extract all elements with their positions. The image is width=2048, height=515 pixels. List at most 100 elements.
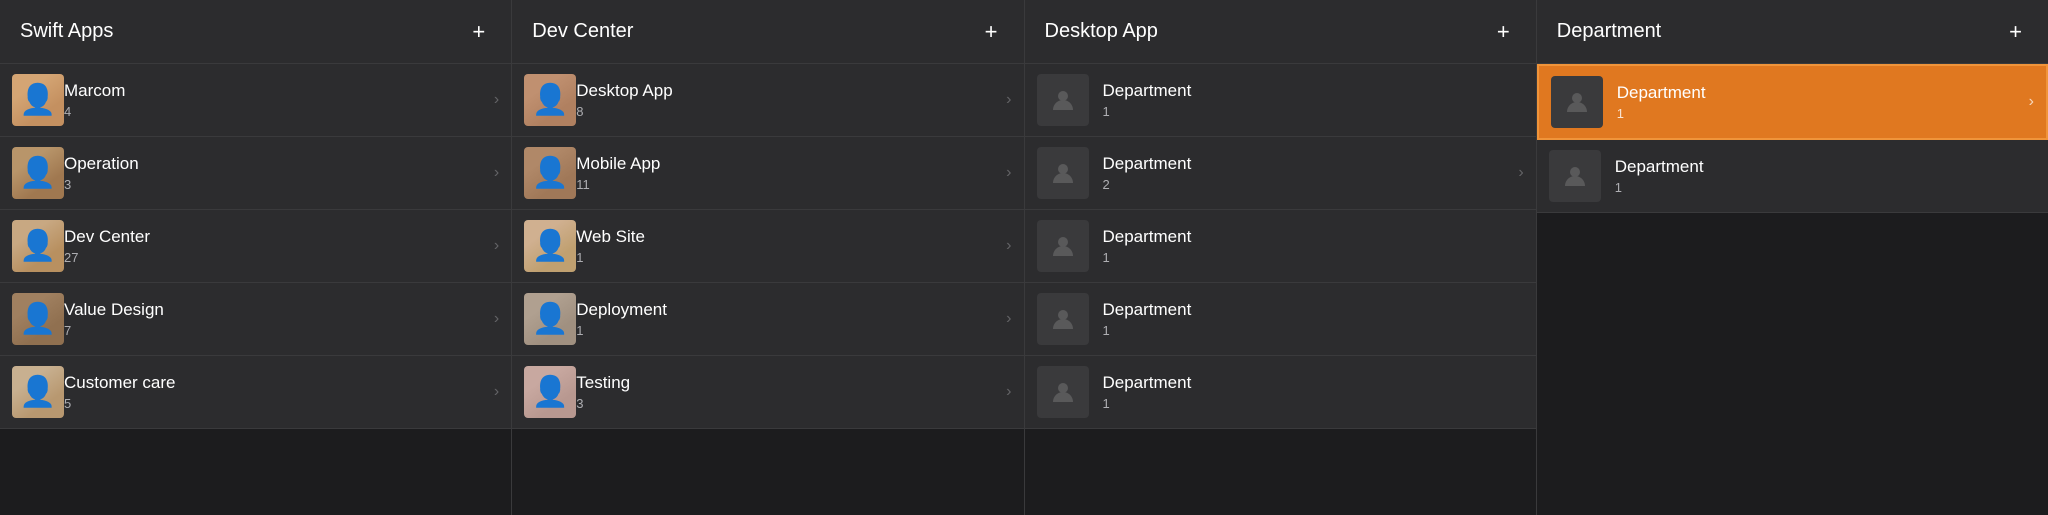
item-info-dept-3: Department 1 — [1103, 227, 1524, 265]
avatar-web-site — [524, 220, 576, 272]
chevron-icon-dept-a: › — [2029, 93, 2034, 111]
add-button-dev-center[interactable]: + — [979, 19, 1004, 45]
item-count-mobile-app: 11 — [576, 177, 998, 192]
item-count-dept-b: 1 — [1615, 180, 2036, 195]
item-info-dev-center: Dev Center 27 — [64, 227, 486, 265]
item-info-operation: Operation 3 — [64, 154, 486, 192]
item-count-dept-a: 1 — [1617, 106, 2021, 121]
item-info-testing: Testing 3 — [576, 373, 998, 411]
item-info-dept-5: Department 1 — [1103, 373, 1524, 411]
item-count-dept-3: 1 — [1103, 250, 1524, 265]
column-header-desktop-app: Desktop App + — [1025, 0, 1536, 64]
list-item-dept-5[interactable]: Department 1 — [1025, 356, 1536, 429]
list-item-operation[interactable]: Operation 3 › — [0, 137, 511, 210]
item-name-dept-1: Department — [1103, 81, 1524, 101]
add-button-department[interactable]: + — [2003, 19, 2028, 45]
avatar-placeholder-dept-1 — [1037, 74, 1089, 126]
item-name-dept-a: Department — [1617, 83, 2021, 103]
avatar-placeholder-dept-5 — [1037, 366, 1089, 418]
item-name-marcom: Marcom — [64, 81, 486, 101]
item-count-dept-5: 1 — [1103, 396, 1524, 411]
item-info-dept-b: Department 1 — [1615, 157, 2036, 195]
chevron-icon-marcom: › — [494, 91, 499, 109]
avatar-deployment — [524, 293, 576, 345]
column-swift-apps: Swift Apps+Marcom4›Operation3›Dev Center… — [0, 0, 512, 515]
list-item-dept-a[interactable]: Department 1 › — [1537, 64, 2048, 140]
avatar-placeholder-dept-4 — [1037, 293, 1089, 345]
list-item-deployment[interactable]: Deployment1› — [512, 283, 1023, 356]
list-item-mobile-app[interactable]: Mobile App11 › — [512, 137, 1023, 210]
avatar-placeholder-dept-3 — [1037, 220, 1089, 272]
item-name-dept-3: Department — [1103, 227, 1524, 247]
list-item-dept-4[interactable]: Department1 — [1025, 283, 1536, 356]
item-name-dept-4: Department — [1103, 300, 1524, 320]
chevron-icon-desktop-app: › — [1006, 91, 1011, 109]
item-count-marcom: 4 — [64, 104, 486, 119]
avatar-mobile-app — [524, 147, 576, 199]
column-desktop-app: Desktop App+ Department1 Department2› De… — [1025, 0, 1537, 515]
avatar-marcom — [12, 74, 64, 126]
list-item-marcom[interactable]: Marcom 4 › — [0, 64, 511, 137]
item-count-dept-2: 2 — [1103, 177, 1511, 192]
add-button-swift-apps[interactable]: + — [466, 19, 491, 45]
list-item-dev-center[interactable]: Dev Center 27 › — [0, 210, 511, 283]
avatar-placeholder-dept-a — [1551, 76, 1603, 128]
item-name-deployment: Deployment — [576, 300, 998, 320]
column-department: Department + Department 1 › Department 1 — [1537, 0, 2048, 515]
item-name-customer-care: Customer care — [64, 373, 486, 393]
columns-container: Swift Apps+Marcom4›Operation3›Dev Center… — [0, 0, 2048, 515]
list-item-dept-1[interactable]: Department 1 — [1025, 64, 1536, 137]
chevron-icon-dept-2: › — [1518, 164, 1523, 182]
chevron-icon-customer-care: › — [494, 383, 499, 401]
item-name-dev-center: Dev Center — [64, 227, 486, 247]
item-name-desktop-app: Desktop App — [576, 81, 998, 101]
list-item-testing[interactable]: Testing3› — [512, 356, 1023, 429]
column-header-swift-apps: Swift Apps + — [0, 0, 511, 64]
avatar-customer-care — [12, 366, 64, 418]
item-count-operation: 3 — [64, 177, 486, 192]
list-item-dept-3[interactable]: Department 1 — [1025, 210, 1536, 283]
list-item-desktop-app[interactable]: Desktop App8 › — [512, 64, 1023, 137]
column-title-swift-apps: Swift Apps — [20, 20, 113, 43]
item-info-desktop-app: Desktop App8 — [576, 81, 998, 119]
column-title-department: Department — [1557, 20, 1662, 43]
item-info-dept-2: Department2 — [1103, 154, 1511, 192]
item-count-value-design: 7 — [64, 323, 486, 338]
column-header-dev-center: Dev Center+ — [512, 0, 1023, 64]
chevron-icon-web-site: › — [1006, 237, 1011, 255]
column-header-department: Department + — [1537, 0, 2048, 64]
chevron-icon-mobile-app: › — [1006, 164, 1011, 182]
item-info-deployment: Deployment 1 — [576, 300, 998, 338]
item-info-mobile-app: Mobile App11 — [576, 154, 998, 192]
avatar-placeholder-dept-2 — [1037, 147, 1089, 199]
item-name-dept-5: Department — [1103, 373, 1524, 393]
avatar-dev-center — [12, 220, 64, 272]
column-dev-center: Dev Center+Desktop App8›Mobile App11›Web… — [512, 0, 1024, 515]
list-item-dept-b[interactable]: Department 1 — [1537, 140, 2048, 213]
item-count-dept-1: 1 — [1103, 104, 1524, 119]
list-item-customer-care[interactable]: Customer care5› — [0, 356, 511, 429]
item-count-dev-center: 27 — [64, 250, 486, 265]
item-name-testing: Testing — [576, 373, 998, 393]
list-item-web-site[interactable]: Web Site 1 › — [512, 210, 1023, 283]
list-item-dept-2[interactable]: Department2 › — [1025, 137, 1536, 210]
item-info-dept-4: Department1 — [1103, 300, 1524, 338]
add-button-desktop-app[interactable]: + — [1491, 19, 1516, 45]
items-list-department: Department 1 › Department 1 — [1537, 64, 2048, 515]
avatar-operation — [12, 147, 64, 199]
items-list-swift-apps: Marcom 4 › Operation 3 › Dev Center 27 › Value De… — [0, 64, 511, 515]
list-item-value-design[interactable]: Value Design7› — [0, 283, 511, 356]
item-count-deployment: 1 — [576, 323, 998, 338]
item-info-dept-a: Department 1 — [1617, 83, 2021, 121]
item-count-testing: 3 — [576, 396, 998, 411]
item-name-operation: Operation — [64, 154, 486, 174]
item-info-value-design: Value Design7 — [64, 300, 486, 338]
item-count-web-site: 1 — [576, 250, 998, 265]
item-info-web-site: Web Site 1 — [576, 227, 998, 265]
chevron-icon-dev-center: › — [494, 237, 499, 255]
avatar-value-design — [12, 293, 64, 345]
item-name-web-site: Web Site — [576, 227, 998, 247]
chevron-icon-operation: › — [494, 164, 499, 182]
item-name-dept-b: Department — [1615, 157, 2036, 177]
column-title-desktop-app: Desktop App — [1045, 20, 1158, 43]
